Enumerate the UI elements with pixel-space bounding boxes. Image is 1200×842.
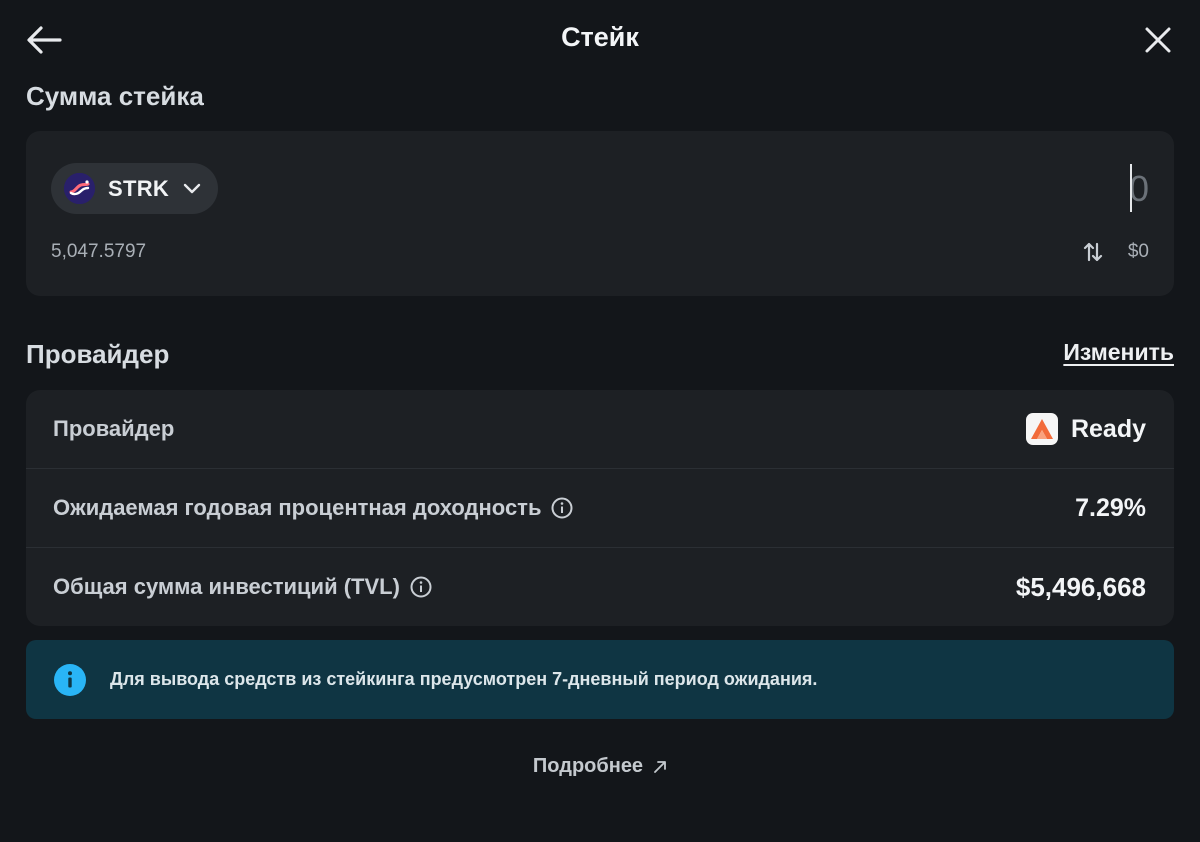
- fiat-value: $0: [1127, 241, 1149, 262]
- external-arrow-icon: [653, 760, 667, 774]
- apy-row: Ожидаемая годовая процентная доходность …: [26, 469, 1174, 548]
- starknet-logo-icon: [64, 173, 95, 204]
- tvl-row: Общая сумма инвестиций (TVL) $5,496,668: [26, 548, 1174, 626]
- token-selector[interactable]: STRK: [51, 163, 218, 214]
- ready-logo-icon: [1025, 413, 1058, 445]
- learn-more-label: Подробнее: [532, 755, 644, 777]
- tvl-label-text: Общая сумма инвестиций (TVL): [53, 574, 400, 599]
- unstake-period-notice: Для вывода средств из стейкинга предусмо…: [26, 640, 1174, 719]
- text-caret: [1130, 164, 1132, 212]
- provider-label-text: Провайдер: [53, 416, 175, 441]
- chevron-down-icon: [183, 183, 201, 195]
- apy-label: Ожидаемая годовая процентная доходность: [53, 495, 573, 521]
- amount-input[interactable]: [849, 165, 1149, 213]
- header: Стейк: [0, 0, 1200, 80]
- provider-value: Ready: [1025, 413, 1146, 445]
- stake-amount-title: Сумма стейка: [26, 81, 204, 111]
- provider-name: Ready: [1070, 414, 1146, 443]
- provider-label: Провайдер: [53, 416, 174, 442]
- token-balance: 5,047.5797: [51, 241, 147, 262]
- change-provider-link[interactable]: Изменить: [1063, 339, 1174, 366]
- swap-vertical-icon: [1083, 242, 1103, 262]
- apy-label-text: Ожидаемая годовая процентная доходность: [53, 495, 542, 520]
- learn-more-link[interactable]: Подробнее: [0, 755, 1200, 778]
- info-icon[interactable]: [551, 497, 573, 519]
- provider-row: Провайдер Ready: [26, 390, 1174, 469]
- stake-screen: Стейк Сумма стейка STRK 0 5,047.5797 $0 …: [0, 0, 1200, 842]
- tvl-value: $5,496,668: [1015, 571, 1146, 602]
- notice-text: Для вывода средств из стейкинга предусмо…: [110, 669, 818, 689]
- tvl-label: Общая сумма инвестиций (TVL): [53, 574, 432, 600]
- apy-value: 7.29%: [1075, 493, 1146, 522]
- close-button[interactable]: [1136, 18, 1180, 62]
- page-title: Стейк: [561, 22, 639, 52]
- token-symbol: STRK: [108, 175, 170, 201]
- amount-card: STRK 5,047.5797 $0: [26, 131, 1174, 296]
- provider-section-title: Провайдер: [26, 339, 170, 369]
- info-icon[interactable]: [410, 576, 432, 598]
- info-icon: [54, 663, 86, 696]
- provider-card: Провайдер Ready Ожидаемая годовая процен…: [26, 390, 1174, 626]
- swap-currency-button[interactable]: [1080, 239, 1106, 265]
- close-icon: [1145, 27, 1171, 53]
